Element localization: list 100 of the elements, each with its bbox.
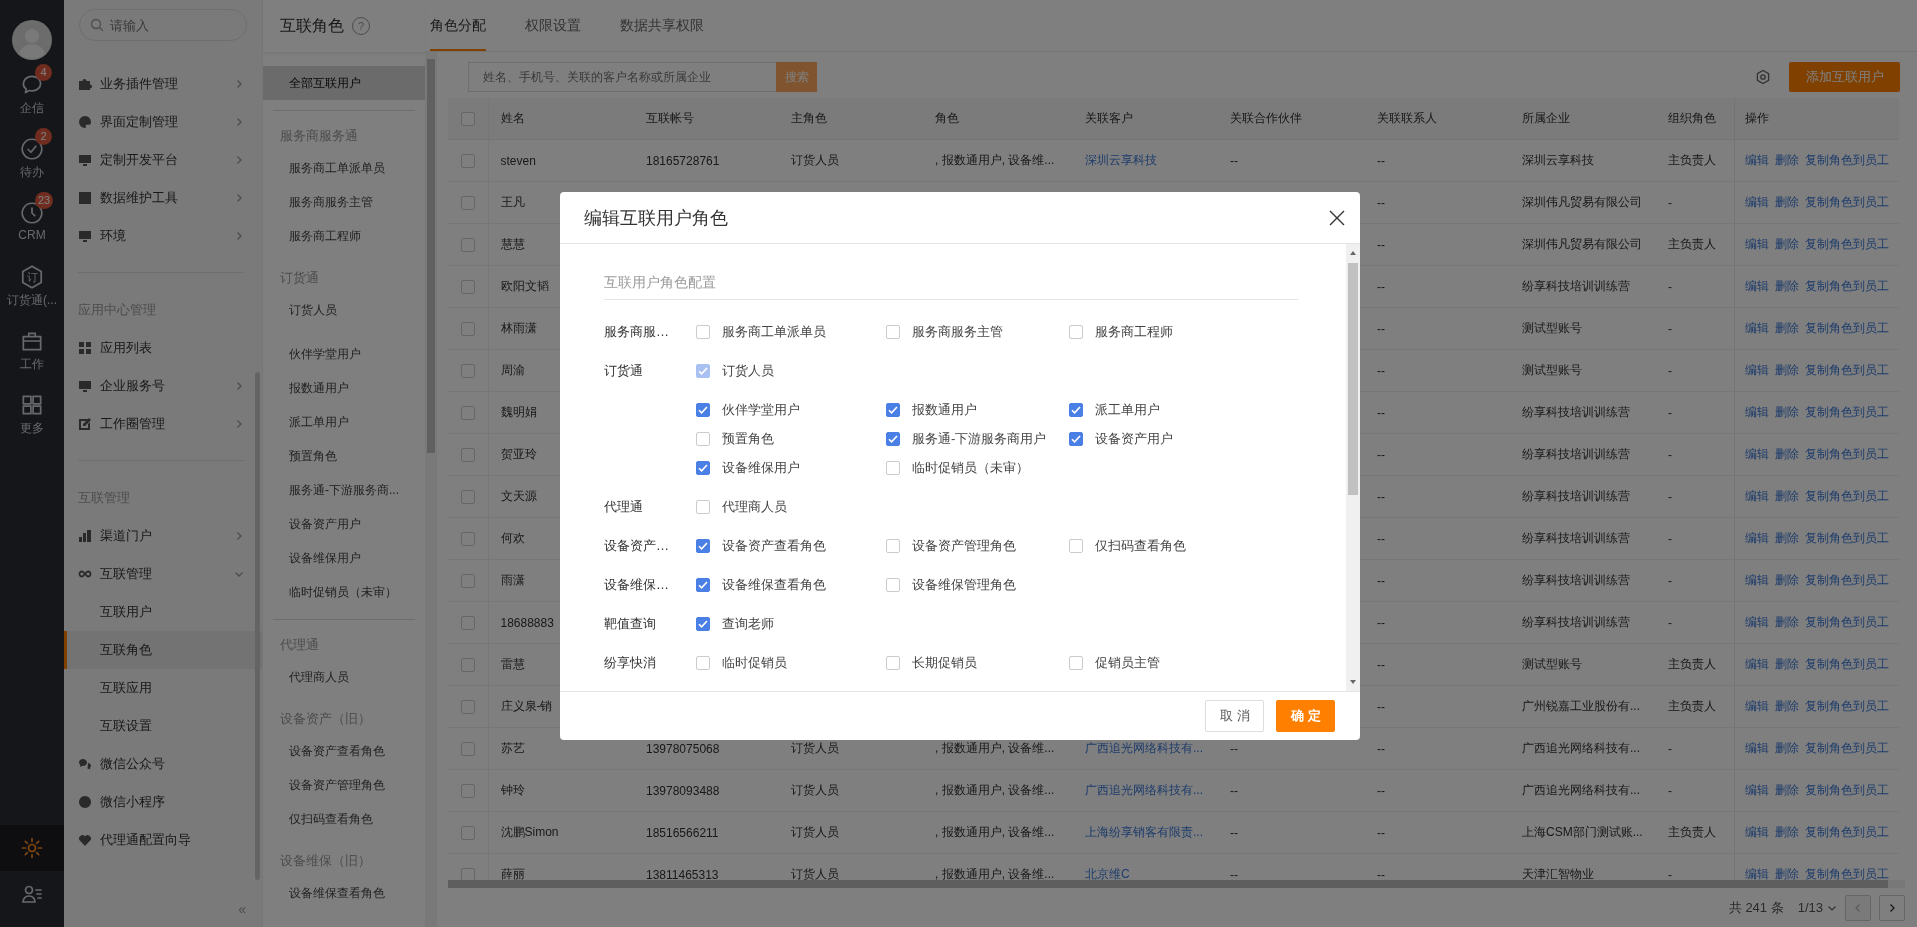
nav-item[interactable]: 界面定制管理	[64, 103, 262, 141]
role-option[interactable]: 服务通-下游服务商用户	[886, 424, 1069, 453]
copy-role-link[interactable]: 复制角色到员工	[1804, 405, 1889, 419]
delete-link[interactable]: 删除	[1774, 489, 1799, 503]
role-item[interactable]: 预置角色	[263, 439, 425, 473]
checkbox[interactable]	[696, 402, 710, 417]
tab[interactable]: 权限设置	[525, 0, 581, 51]
edit-link[interactable]: 编辑	[1744, 153, 1769, 167]
edit-link[interactable]: 编辑	[1744, 363, 1769, 377]
copy-role-link[interactable]: 复制角色到员工	[1804, 741, 1889, 755]
copy-role-link[interactable]: 复制角色到员工	[1804, 447, 1889, 461]
role-option[interactable]: 设备资产用户	[1069, 424, 1252, 453]
delete-link[interactable]: 删除	[1774, 825, 1799, 839]
delete-link[interactable]: 删除	[1774, 279, 1799, 293]
delete-link[interactable]: 删除	[1774, 615, 1799, 629]
customer-link[interactable]: 上海纷享销客有限责...	[1085, 825, 1203, 839]
role-option[interactable]: 服务商工程师	[1069, 317, 1252, 346]
copy-role-link[interactable]: 复制角色到员工	[1804, 363, 1889, 377]
role-option[interactable]: 伙伴学堂用户	[696, 395, 886, 424]
delete-link[interactable]: 删除	[1774, 237, 1799, 251]
checkbox[interactable]	[886, 324, 900, 339]
customer-link[interactable]: 北京维C	[1085, 867, 1130, 880]
row-checkbox[interactable]	[460, 153, 475, 168]
copy-role-link[interactable]: 复制角色到员工	[1804, 279, 1889, 293]
copy-role-link[interactable]: 复制角色到员工	[1804, 195, 1889, 209]
nav-item[interactable]: 互联设置	[64, 707, 262, 745]
role-option[interactable]: 代理商人员	[696, 492, 886, 521]
edit-link[interactable]: 编辑	[1744, 573, 1769, 587]
nav-item[interactable]: 代理通配置向导	[64, 821, 262, 859]
copy-role-link[interactable]: 复制角色到员工	[1804, 321, 1889, 335]
nav-item[interactable]: 互联应用	[64, 669, 262, 707]
row-checkbox[interactable]	[460, 657, 475, 672]
edit-link[interactable]: 编辑	[1744, 825, 1769, 839]
page-select[interactable]: 1/13	[1797, 900, 1837, 915]
checkbox[interactable]	[696, 431, 710, 446]
role-option[interactable]: 查询老师	[696, 609, 886, 638]
role-option[interactable]: 设备资产查看角色	[696, 531, 886, 560]
customer-link[interactable]: 广西追光网络科技有...	[1085, 741, 1203, 755]
delete-link[interactable]: 删除	[1774, 573, 1799, 587]
nav-item[interactable]: 互联角色	[64, 631, 262, 669]
role-option[interactable]: 临时促销员	[696, 648, 886, 677]
role-item[interactable]: 服务商服务主管	[263, 185, 425, 219]
search-button[interactable]: 搜索	[776, 62, 817, 92]
edit-link[interactable]: 编辑	[1744, 447, 1769, 461]
copy-role-link[interactable]: 复制角色到员工	[1804, 153, 1889, 167]
rail-item[interactable]: 23 CRM	[0, 192, 64, 256]
delete-link[interactable]: 删除	[1774, 195, 1799, 209]
role-item[interactable]: 临时促销员（未审）	[263, 575, 425, 609]
checkbox[interactable]	[696, 616, 710, 631]
delete-link[interactable]: 删除	[1774, 699, 1799, 713]
edit-link[interactable]: 编辑	[1744, 195, 1769, 209]
role-item[interactable]: 仅扫码查看角色	[263, 802, 425, 836]
edit-link[interactable]: 编辑	[1744, 867, 1769, 880]
cancel-button[interactable]: 取消	[1205, 700, 1264, 732]
role-item[interactable]: 设备维保用户	[263, 541, 425, 575]
nav-item[interactable]: 应用列表	[64, 329, 262, 367]
checkbox[interactable]	[886, 577, 900, 592]
role-item[interactable]: 全部互联用户	[263, 66, 425, 100]
checkbox[interactable]	[1069, 402, 1083, 417]
edit-link[interactable]: 编辑	[1744, 279, 1769, 293]
copy-role-link[interactable]: 复制角色到员工	[1804, 615, 1889, 629]
checkbox[interactable]	[696, 538, 710, 553]
checkbox[interactable]	[886, 538, 900, 553]
search-field[interactable]: 请输入	[79, 9, 247, 41]
copy-role-link[interactable]: 复制角色到员工	[1804, 783, 1889, 797]
nav-item[interactable]: 业务插件管理	[64, 65, 262, 103]
role-option[interactable]: 设备维保用户	[696, 453, 886, 482]
checkbox[interactable]	[696, 499, 710, 514]
edit-link[interactable]: 编辑	[1744, 531, 1769, 545]
role-item[interactable]: 服务通-下游服务商...	[263, 473, 425, 507]
role-item[interactable]: 服务商工程师	[263, 219, 425, 253]
role-item[interactable]: 伙伴学堂用户	[263, 337, 425, 371]
rail-item[interactable]: 工作	[0, 320, 64, 384]
settings-icon[interactable]	[1755, 69, 1771, 85]
row-checkbox[interactable]	[460, 195, 475, 210]
copy-role-link[interactable]: 复制角色到员工	[1804, 657, 1889, 671]
role-item[interactable]: 报数通用户	[263, 371, 425, 405]
role-option[interactable]: 报数通用户	[886, 395, 1069, 424]
copy-role-link[interactable]: 复制角色到员工	[1804, 573, 1889, 587]
row-checkbox[interactable]	[460, 825, 475, 840]
scrollbar-thumb[interactable]	[448, 880, 1888, 888]
edit-link[interactable]: 编辑	[1744, 489, 1769, 503]
scrollbar-thumb[interactable]	[427, 59, 435, 453]
rail-item[interactable]: 2 待办	[0, 128, 64, 192]
role-item[interactable]: 设备资产用户	[263, 507, 425, 541]
nav-item[interactable]: 微信公众号	[64, 745, 262, 783]
delete-link[interactable]: 删除	[1774, 153, 1799, 167]
scrollbar-thumb[interactable]	[1348, 263, 1358, 495]
copy-role-link[interactable]: 复制角色到员工	[1804, 237, 1889, 251]
role-item[interactable]: 代理商人员	[263, 660, 425, 694]
rail-item[interactable]: 订 订货通(...	[0, 256, 64, 320]
customer-link[interactable]: 深圳云享科技	[1085, 153, 1157, 167]
select-all-checkbox[interactable]	[460, 111, 475, 126]
edit-link[interactable]: 编辑	[1744, 405, 1769, 419]
checkbox[interactable]	[1069, 655, 1083, 670]
copy-role-link[interactable]: 复制角色到员工	[1804, 825, 1889, 839]
nav-item[interactable]: 渠道门户	[64, 517, 262, 555]
role-item[interactable]: 派工单用户	[263, 405, 425, 439]
rail-item[interactable]: 4 企信	[0, 64, 64, 128]
search-field[interactable]: 姓名、手机号、关联的客户名称或所属企业	[468, 62, 776, 92]
